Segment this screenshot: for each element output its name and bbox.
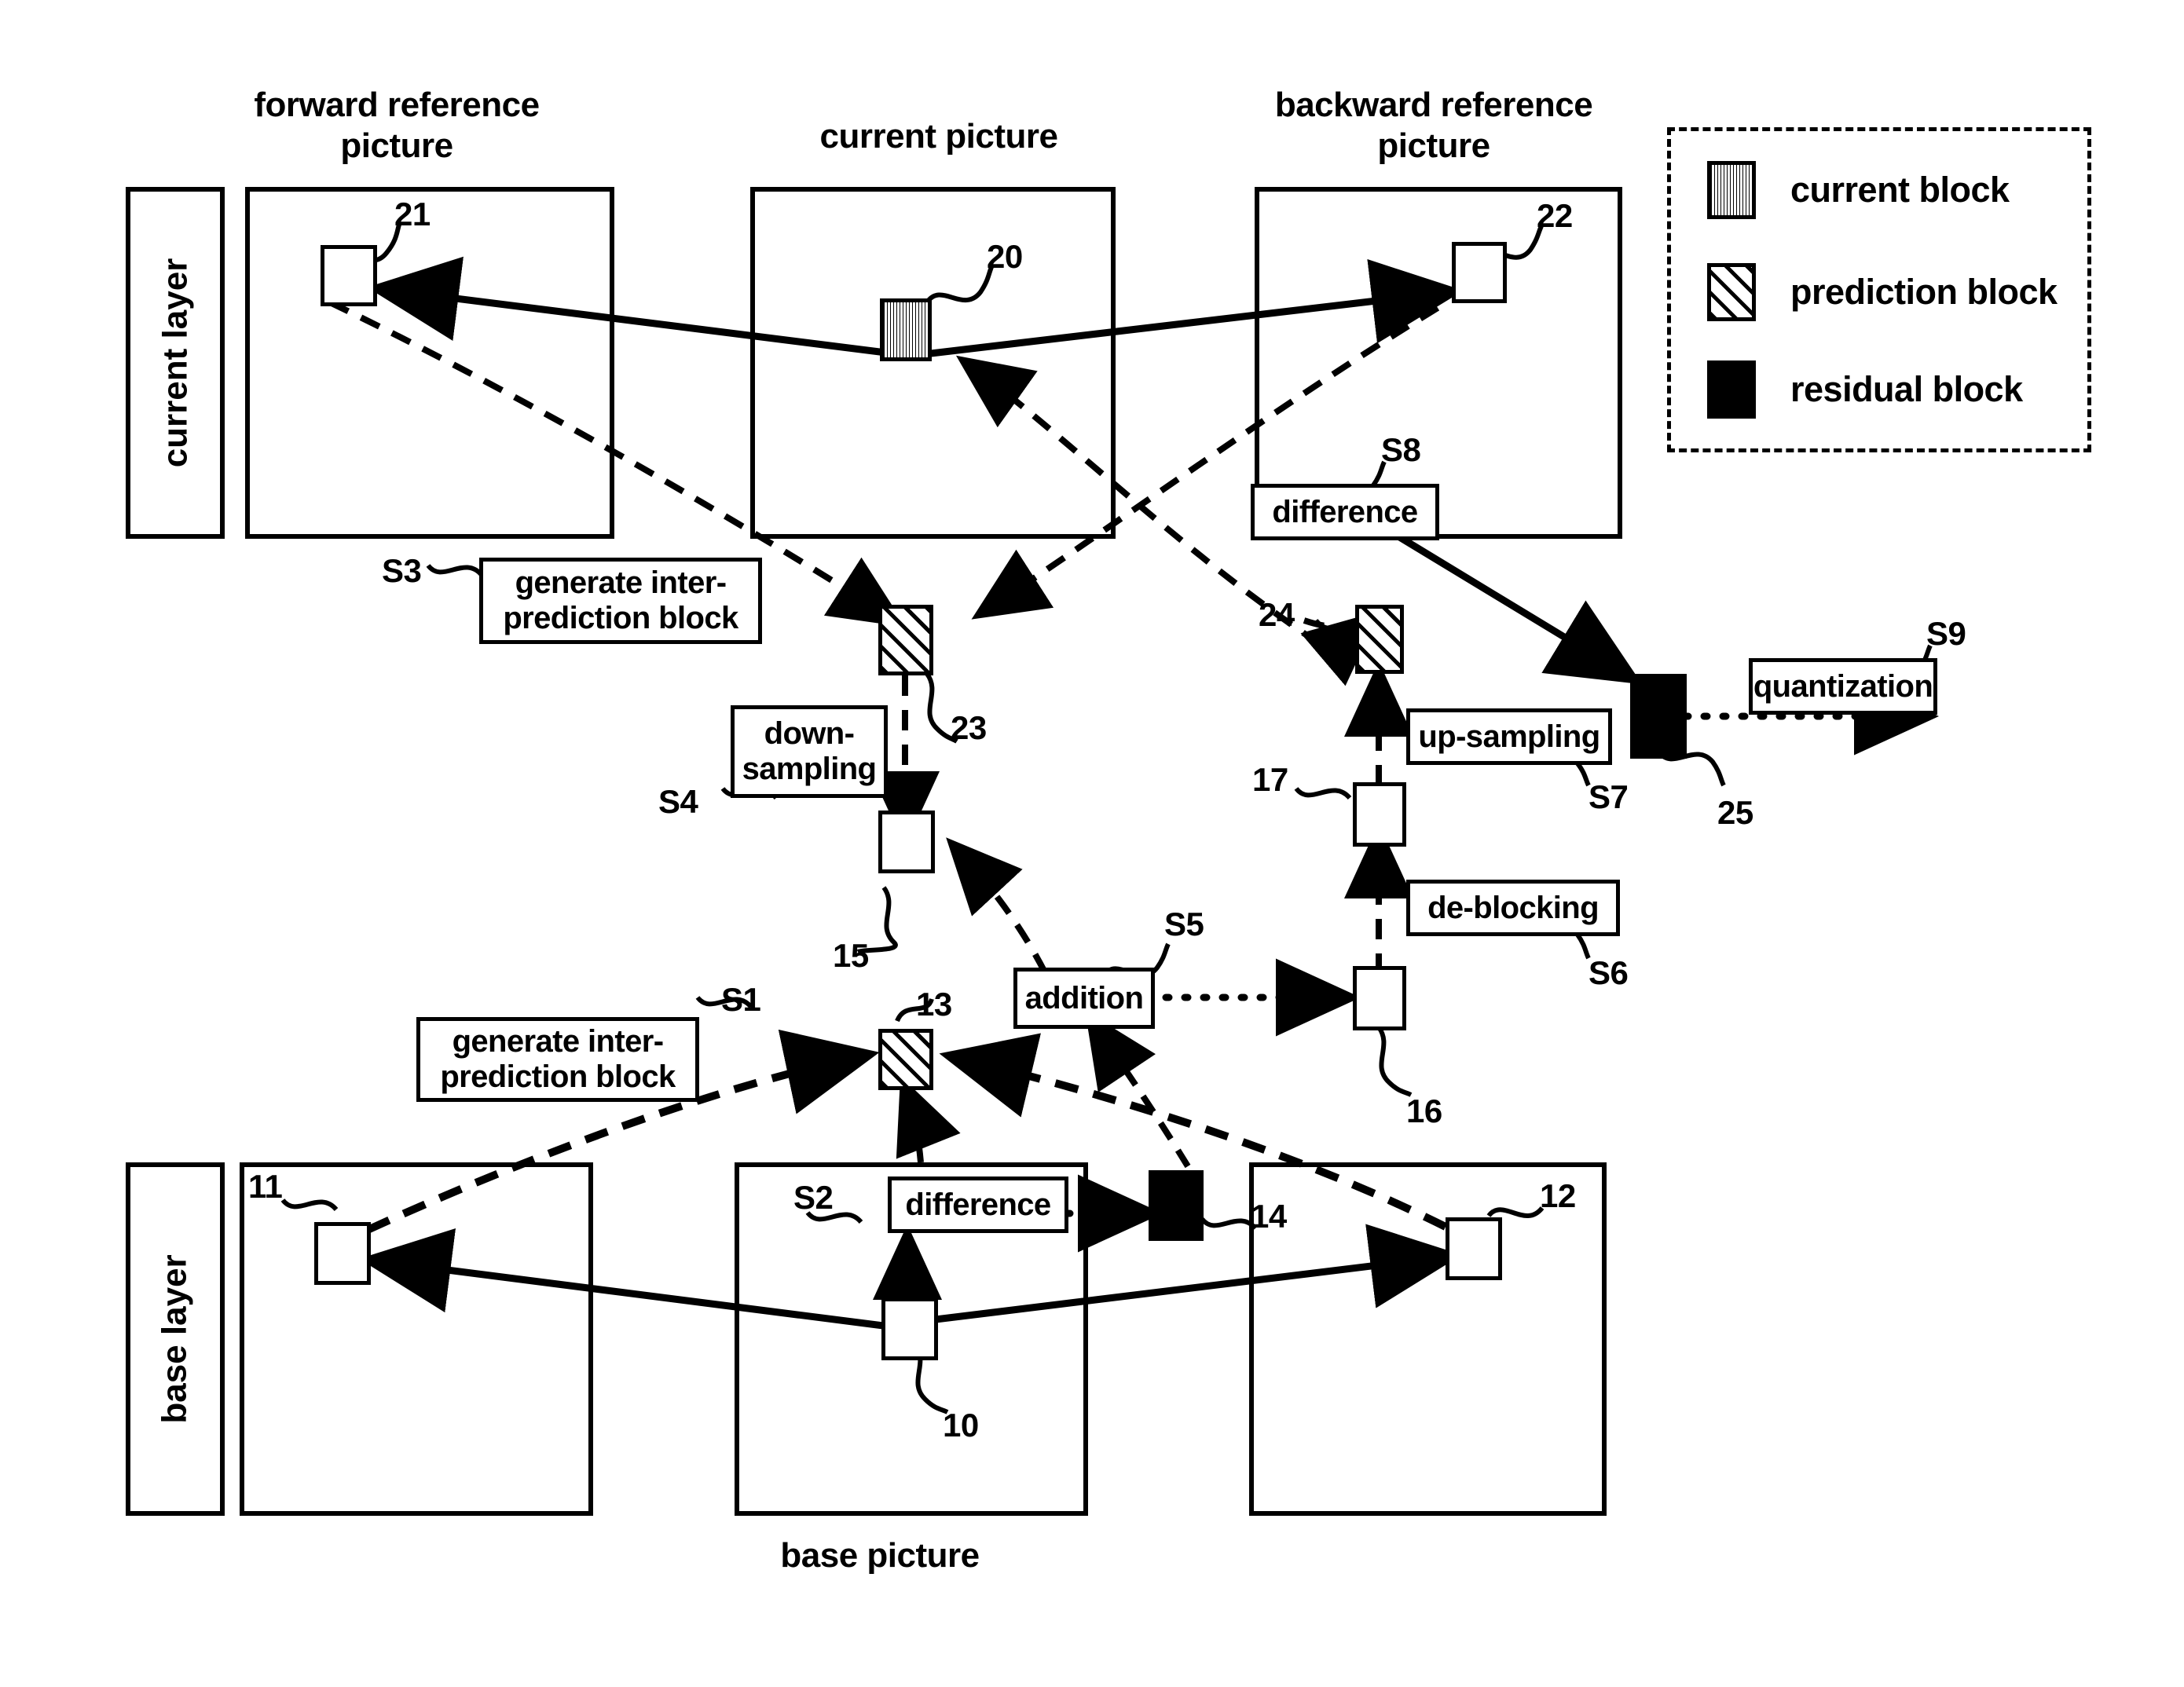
process-box-s7-up-sampling[interactable]: up-sampling [1406,708,1612,765]
legend-item-residual-block: residual block [1707,360,2023,419]
block-25-residual-block [1630,674,1687,759]
step-tag-s6: S6 [1589,954,1629,991]
residual-block-swatch-icon [1707,360,1756,419]
legend-box: current block prediction block residual … [1667,127,2091,452]
current-layer-bar: current layer [126,187,225,539]
legend-label-residual-block: residual block [1790,369,2023,409]
base-layer-label: base layer [156,1254,194,1424]
ref-numeral-16: 16 [1406,1092,1442,1129]
dashed-difference-s2-to-block13 [896,1076,961,1163]
ref-numeral-11: 11 [248,1168,283,1205]
ref-numeral-20: 20 [987,238,1023,275]
process-box-s6-de-blocking[interactable]: de-blocking [1406,880,1620,936]
block-12-reference-block [1446,1217,1502,1280]
process-box-s1-generate-inter-prediction-block[interactable]: generate inter- prediction block [416,1017,699,1102]
process-box-s5-addition[interactable]: addition [1013,968,1155,1029]
ref-numeral-13: 13 [916,986,952,1023]
legend-label-prediction-block: prediction block [1790,272,2058,312]
block-15-downsampled-block [878,811,935,873]
solid-difference-s8-to-block25 [1392,531,1643,685]
ref-numeral-21: 21 [394,196,431,232]
ref-numeral-23: 23 [951,709,987,746]
current-block-swatch-icon [1707,161,1756,219]
block-22-reference-block [1452,242,1507,303]
ref-numeral-15: 15 [833,937,869,974]
block-20-current-block [880,298,932,361]
legend-label-current-block: current block [1790,170,2010,210]
step-tag-s3: S3 [382,552,422,589]
process-box-s8-difference[interactable]: difference [1251,484,1439,540]
step-tag-s9: S9 [1926,615,1966,652]
header-base-picture: base picture [780,1536,980,1575]
ref-numeral-25: 25 [1717,794,1753,831]
dashed-block14-to-addition [1085,1010,1191,1169]
step-tag-s2: S2 [793,1179,834,1216]
header-current-picture: current picture [819,117,1058,156]
block-13-prediction-block [878,1029,933,1090]
base-layer-bar: base layer [126,1162,225,1516]
step-tag-s7: S7 [1589,778,1629,815]
block-16-reconstructed-block [1353,966,1406,1030]
ref-numeral-24: 24 [1259,596,1295,633]
legend-item-current-block: current block [1707,161,2010,219]
current-layer-label: current layer [156,258,195,468]
step-tag-s5: S5 [1164,906,1204,942]
ref-numeral-22: 22 [1537,197,1573,234]
legend-item-prediction-block: prediction block [1707,263,2058,321]
block-21-reference-block [321,245,377,306]
ref-numeral-10: 10 [943,1407,979,1444]
ref-numeral-17: 17 [1252,761,1288,798]
base-forward-reference-picture-frame [240,1162,593,1516]
block-23-prediction-block [878,605,933,675]
process-box-s2-difference[interactable]: difference [888,1177,1068,1233]
step-tag-s8: S8 [1381,431,1421,468]
current-picture-frame [750,187,1116,539]
block-17-upsampling-input-block [1353,782,1406,847]
dashed-addition-to-block15 [946,837,1048,974]
ref-numeral-12: 12 [1540,1177,1576,1214]
dashed-block13-stub [904,1087,913,1124]
block-14-residual-block [1149,1170,1204,1241]
block-10-current-block [881,1297,938,1360]
block-24-prediction-block [1355,605,1404,674]
ref-numeral-14: 14 [1251,1198,1287,1235]
patent-figure-canvas: forward reference picture current pictur… [0,0,2184,1687]
process-box-s9-quantization[interactable]: quantization [1749,658,1937,715]
prediction-block-swatch-icon [1707,263,1756,321]
block-11-reference-block [314,1222,371,1285]
header-backward-reference-picture: backward reference picture [1274,86,1593,165]
forward-reference-picture-frame [245,187,614,539]
process-box-s3-generate-inter-prediction-block[interactable]: generate inter- prediction block [479,558,762,644]
process-box-s4-down-sampling[interactable]: down- sampling [731,705,888,798]
step-tag-s1: S1 [721,981,761,1018]
step-tag-s4: S4 [658,783,698,820]
header-forward-reference-picture: forward reference picture [254,86,540,165]
